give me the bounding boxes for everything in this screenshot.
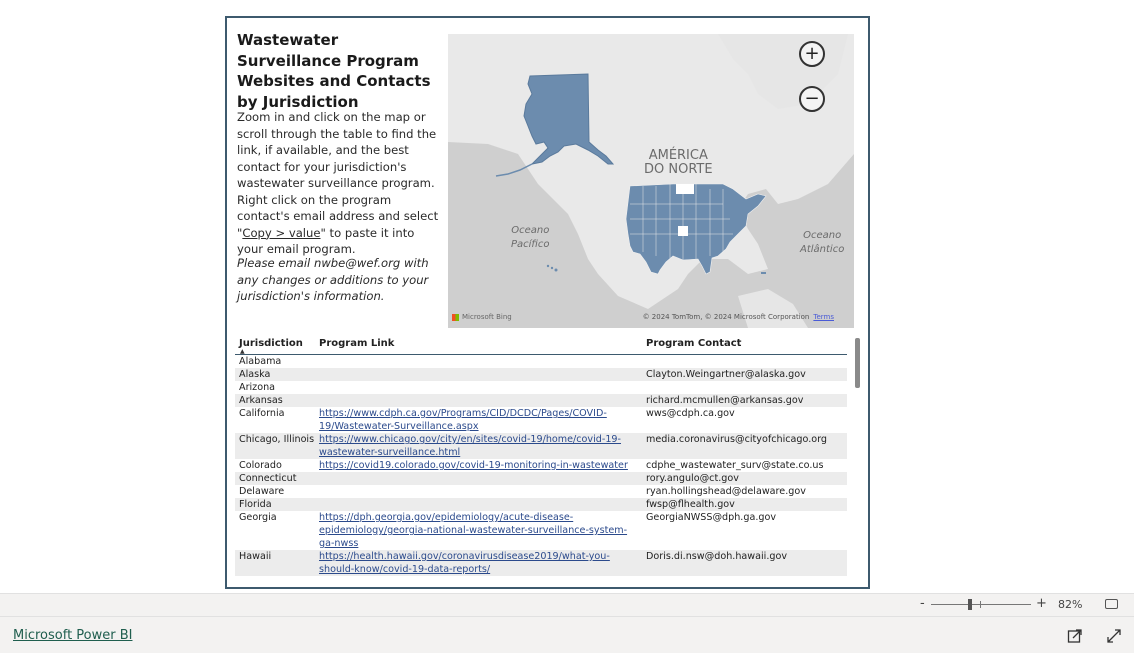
table-row: Arizona [235, 381, 847, 394]
cell-jurisdiction: Hawaii [239, 551, 272, 562]
cell-contact[interactable]: wws@cdph.ca.gov [642, 407, 847, 433]
powerbi-link[interactable]: Microsoft Power BI [13, 628, 132, 643]
table-row: Hawaii https://health.hawaii.gov/coronavi… [235, 550, 847, 576]
share-icon[interactable] [1067, 628, 1083, 644]
cell-jurisdiction: Chicago, Illinois [239, 434, 315, 445]
cell-jurisdiction: Georgia [239, 512, 277, 523]
table-row: Connecticut rory.angulo@ct.gov [235, 472, 847, 485]
cell-jurisdiction: Colorado [239, 460, 282, 471]
link-text[interactable]: https://www.chicago.gov/city/en/sites/co… [319, 434, 621, 458]
table-row: Georgia https://dph.georgia.gov/epidemiol… [235, 511, 847, 550]
hawaii-shape [550, 266, 554, 270]
map-canvas[interactable] [448, 34, 854, 328]
cell-contact[interactable] [642, 355, 847, 368]
table-row: Delaware ryan.hollingshead@delaware.gov [235, 485, 847, 498]
sort-ascending-icon: ▲ [240, 348, 245, 355]
zoom-out-button[interactable]: − [799, 86, 825, 112]
bing-attribution: Microsoft Bing [452, 313, 512, 321]
header-jurisdiction[interactable]: Jurisdiction [235, 334, 315, 354]
zoom-percent: 82% [1058, 598, 1083, 611]
copy-value-hint: Copy > value [242, 225, 321, 240]
cell-jurisdiction: Connecticut [239, 473, 297, 484]
bing-text: Microsoft Bing [462, 313, 512, 321]
unshaded-state [676, 184, 694, 194]
cell-contact[interactable]: media.coronavirus@cityofchicago.org [642, 433, 847, 459]
cell-jurisdiction: Alaska [239, 369, 271, 380]
map-label-north-america: AMÉRICA DO NORTE [644, 148, 713, 177]
copyright-text: © 2024 TomTom, © 2024 Microsoft Corporat… [642, 313, 810, 321]
cell-jurisdiction: Delaware [239, 486, 285, 497]
zoom-bar: - + 82% [0, 593, 1134, 616]
cell-link: https://covid19.colorado.gov/covid-19-mo… [315, 459, 642, 472]
cell-jurisdiction: Arkansas [239, 395, 283, 406]
zoom-slider-thumb[interactable] [968, 599, 972, 610]
table-header: Jurisdiction Program Link Program Contac… [235, 334, 847, 355]
cell-link: https://www.cdph.ca.gov/Programs/CID/DCD… [315, 407, 642, 433]
link-text[interactable]: https://www.cdph.ca.gov/Programs/CID/DCD… [319, 408, 607, 432]
cell-link [315, 498, 642, 511]
link-text[interactable]: https://dph.georgia.gov/epidemiology/acu… [319, 512, 627, 549]
table-row: Alaska Clayton.Weingartner@alaska.gov [235, 368, 847, 381]
cell-link: https://www.chicago.gov/city/en/sites/co… [315, 433, 642, 459]
report-canvas: Wastewater Surveillance Program Websites… [225, 16, 870, 589]
map-label-atlantic: Oceano Atlântico [800, 230, 845, 255]
cell-link [315, 485, 642, 498]
zoom-in-button[interactable]: + [799, 41, 825, 67]
zoom-slider-tick [980, 601, 981, 608]
cell-jurisdiction: Arizona [239, 382, 276, 393]
cell-link [315, 472, 642, 485]
cell-contact[interactable]: Doris.di.nsw@doh.hawaii.gov [642, 550, 847, 576]
cell-jurisdiction: Florida [239, 499, 272, 510]
table-row: Chicago, Illinois https://www.chicago.gov… [235, 433, 847, 459]
table-row: Colorado https://covid19.colorado.gov/cov… [235, 459, 847, 472]
bing-logo-icon [452, 313, 459, 321]
cell-link: https://health.hawaii.gov/coronavirusdis… [315, 550, 642, 576]
zoom-out-control[interactable]: - [920, 596, 925, 611]
map-visual[interactable]: + − AMÉRICA DO NORTE Oceano Pacífico Oce… [448, 34, 854, 328]
map-copyright: © 2024 TomTom, © 2024 Microsoft Corporat… [643, 313, 834, 321]
hawaii-shape [546, 264, 550, 268]
expand-icon[interactable] [1106, 628, 1122, 644]
cell-link: https://dph.georgia.gov/epidemiology/acu… [315, 511, 642, 550]
puerto-rico-shape [761, 272, 766, 274]
map-label-pacific: Oceano Pacífico [511, 225, 550, 250]
link-text[interactable]: https://health.hawaii.gov/coronavirusdis… [319, 551, 610, 575]
cell-link [315, 355, 642, 368]
cell-contact[interactable]: rory.angulo@ct.gov [642, 472, 847, 485]
unshaded-state [678, 226, 688, 236]
terms-link[interactable]: Terms [813, 313, 834, 321]
description-part1: Zoom in and click on the map or scroll t… [237, 110, 439, 240]
cell-link [315, 368, 642, 381]
cell-contact[interactable]: Clayton.Weingartner@alaska.gov [642, 368, 847, 381]
contacts-table: Jurisdiction Program Link Program Contac… [235, 334, 847, 576]
header-program-contact[interactable]: Program Contact [642, 334, 847, 354]
table-row: Florida fwsp@flhealth.gov [235, 498, 847, 511]
description-text: Zoom in and click on the map or scroll t… [237, 109, 439, 258]
cell-contact[interactable]: fwsp@flhealth.gov [642, 498, 847, 511]
header-program-link[interactable]: Program Link [315, 334, 642, 354]
cell-contact[interactable]: GeorgiaNWSS@dph.ga.gov [642, 511, 847, 550]
cell-link [315, 394, 642, 407]
cell-jurisdiction: California [239, 408, 285, 419]
table-row: Alabama [235, 355, 847, 368]
zoom-slider-track[interactable] [931, 604, 1031, 605]
table-row: California https://www.cdph.ca.gov/Progra… [235, 407, 847, 433]
contact-note: Please email nwbe@wef.org with any chang… [237, 256, 429, 303]
table-row: Arkansas richard.mcmullen@arkansas.gov [235, 394, 847, 407]
zoom-in-control[interactable]: + [1036, 596, 1047, 611]
link-text[interactable]: https://covid19.colorado.gov/covid-19-mo… [319, 460, 628, 471]
cell-link [315, 381, 642, 394]
cell-contact[interactable] [642, 381, 847, 394]
cell-contact[interactable]: richard.mcmullen@arkansas.gov [642, 394, 847, 407]
footer-bar: Microsoft Power BI [0, 616, 1134, 653]
table-scrollbar[interactable] [855, 338, 860, 388]
cell-contact[interactable]: cdphe_wastewater_surv@state.co.us [642, 459, 847, 472]
hawaii-shape [554, 268, 558, 272]
cell-jurisdiction: Alabama [239, 356, 282, 367]
cell-contact[interactable]: ryan.hollingshead@delaware.gov [642, 485, 847, 498]
fit-to-page-icon[interactable] [1105, 599, 1118, 609]
page-title: Wastewater Surveillance Program Websites… [237, 31, 431, 111]
